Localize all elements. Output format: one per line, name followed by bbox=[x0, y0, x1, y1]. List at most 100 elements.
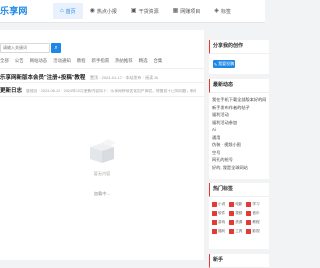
tag-label: 电影 bbox=[235, 201, 243, 206]
tag-icon bbox=[212, 219, 217, 225]
tab-all[interactable]: 全部 bbox=[0, 58, 12, 64]
search-bar: ⌕ bbox=[0, 43, 61, 53]
grid-icon: ▦ bbox=[172, 8, 179, 14]
tag-item[interactable]: 游戏 bbox=[212, 219, 225, 225]
tab-featured[interactable]: 精选 bbox=[136, 58, 151, 64]
newbie-panel: 新手 bbox=[209, 254, 269, 268]
tag-icon bbox=[212, 210, 217, 216]
tag-item[interactable]: 视频 bbox=[229, 210, 242, 216]
list-item[interactable]: 新手发布作者的帖子 bbox=[212, 104, 266, 112]
nav-item-home[interactable]: ⌂ 首页 bbox=[53, 3, 83, 19]
divider bbox=[0, 96, 204, 97]
tag-item[interactable]: 福利 bbox=[212, 228, 225, 234]
nav-item-projects[interactable]: ▦ 网赚项目 bbox=[166, 3, 208, 19]
tab-tutorial[interactable]: 教程 bbox=[74, 58, 89, 64]
tab-site-news[interactable]: 网站动态 bbox=[27, 58, 51, 64]
panel-title: 分享我的创作 bbox=[209, 40, 269, 54]
submit-post-button[interactable]: ✎ 我要投稿 bbox=[213, 60, 235, 68]
list-item[interactable]: 我在手机下载全部版本好的网站 bbox=[212, 96, 266, 104]
list-item[interactable]: 通用 bbox=[212, 134, 266, 142]
tag-label: 工具 bbox=[235, 228, 243, 233]
nav-item-tags[interactable]: ◈ 标签 bbox=[207, 3, 238, 19]
home-icon: ⌂ bbox=[60, 8, 64, 14]
nav-item-label: 热点小报 bbox=[96, 8, 117, 15]
divider bbox=[0, 82, 204, 83]
tag-icon bbox=[229, 201, 235, 207]
tab-newbie[interactable]: 新手指南 bbox=[89, 58, 113, 64]
tag-cloud: 小说 电影 学习 软件 视频 音乐 游戏 资源 教程 福利 工具 影视 bbox=[209, 197, 269, 234]
list-item[interactable]: 网孔的抢号 bbox=[212, 156, 266, 164]
top-navigation-bar: 乐享网 ⌂ 首页 ◉ 热点小报 ▣ 干货资源 ▦ 网赚项目 ◈ 标签 bbox=[0, 0, 265, 23]
list-item[interactable]: 福利活动参加 bbox=[212, 119, 266, 127]
tag-item[interactable]: 电影 bbox=[229, 201, 242, 207]
tag-label: 资源 bbox=[235, 219, 243, 224]
panel-title: 热门标签 bbox=[209, 183, 269, 197]
submit-post-label: 我要投稿 bbox=[218, 61, 235, 66]
panel-title: 最新动态 bbox=[209, 79, 269, 93]
tag-icon bbox=[246, 210, 252, 216]
tag-item[interactable]: 小说 bbox=[212, 201, 225, 207]
list-item[interactable]: 空号 bbox=[212, 149, 266, 157]
tag-label: 游戏 bbox=[218, 219, 226, 224]
tag-item[interactable]: 学习 bbox=[246, 201, 260, 207]
hot-tags-panel: 热门标签 小说 电影 学习 软件 视频 音乐 游戏 资源 教程 福利 工具 影视 bbox=[209, 183, 269, 249]
list-item[interactable]: 好的, 我是全球网站 bbox=[212, 164, 266, 172]
tag-icon bbox=[212, 201, 217, 207]
tag-item[interactable]: 软件 bbox=[212, 210, 225, 216]
latest-news-panel: 最新动态 我在手机下载全部版本好的网站 新手发布作者的帖子 福利活动 福利活动参… bbox=[209, 79, 269, 179]
post-item[interactable]: 乐享网新版本会员"注册+投稿"教程 置顶 · 2024-01-17 · 本站发布… bbox=[0, 73, 158, 81]
search-icon: ⌕ bbox=[54, 44, 58, 51]
main-nav: ⌂ 首页 ◉ 热点小报 ▣ 干货资源 ▦ 网赚项目 ◈ 标签 bbox=[53, 3, 238, 19]
post-title[interactable]: 更新日志 bbox=[0, 86, 22, 94]
news-list: 我在手机下载全部版本好的网站 新手发布作者的帖子 福利活动 福利活动参加 Ai … bbox=[209, 93, 269, 171]
tag-icon bbox=[246, 228, 252, 234]
fire-icon: ◉ bbox=[89, 8, 95, 14]
post-item[interactable]: 更新日志 管理员 · 2024-08-12 · 2024年12月更新内容如下：乐… bbox=[0, 86, 196, 94]
tag-icon: ◈ bbox=[214, 8, 219, 14]
tag-label: 软件 bbox=[218, 210, 226, 215]
post-title[interactable]: 乐享网新版本会员"注册+投稿"教程 bbox=[0, 75, 85, 81]
tag-label: 音乐 bbox=[252, 210, 260, 215]
tag-label: 影视 bbox=[252, 228, 260, 233]
panel-title: 新手 bbox=[209, 254, 269, 268]
tag-label: 学习 bbox=[252, 201, 260, 206]
tag-item[interactable]: 教程 bbox=[246, 219, 260, 225]
post-meta: 置顶 · 2024-01-17 · 本站发布 · 阅读 2k bbox=[89, 75, 159, 80]
post-meta: 管理员 · 2024-08-12 · 2024年12月更新内容如下：乐享网持续优… bbox=[26, 89, 197, 93]
tag-icon bbox=[229, 219, 235, 225]
tag-icon bbox=[229, 210, 235, 216]
tab-collection[interactable]: 合集 bbox=[151, 58, 166, 64]
load-more-button[interactable]: 加载中... bbox=[0, 189, 204, 199]
tag-icon bbox=[229, 228, 235, 234]
nav-item-label: 干货资源 bbox=[138, 8, 159, 15]
nav-item-label: 标签 bbox=[220, 8, 231, 15]
main-content: ⌕ 全部 公告 网站动态 活动通知 教程 新手指南 热帖推荐 精选 合集 乐享网… bbox=[0, 30, 204, 260]
list-item[interactable]: 伪装 · 视频小图 bbox=[212, 141, 266, 149]
share-panel: 分享我的创作 ✎ 我要投稿 bbox=[209, 40, 269, 74]
nav-item-hot-news[interactable]: ◉ 热点小报 bbox=[83, 3, 124, 19]
empty-box-icon bbox=[90, 139, 116, 163]
tag-icon bbox=[246, 219, 252, 225]
search-input[interactable] bbox=[0, 43, 50, 53]
site-logo[interactable]: 乐享网 bbox=[0, 4, 28, 17]
tag-item[interactable]: 工具 bbox=[229, 228, 242, 234]
tag-label: 教程 bbox=[252, 219, 260, 224]
search-button[interactable]: ⌕ bbox=[51, 43, 61, 53]
list-item[interactable]: Ai bbox=[212, 126, 266, 134]
list-item[interactable]: 福利活动 bbox=[212, 111, 266, 119]
tag-item[interactable]: 音乐 bbox=[246, 210, 260, 216]
category-tabs: 全部 公告 网站动态 活动通知 教程 新手指南 热帖推荐 精选 合集 bbox=[0, 54, 204, 69]
tag-label: 福利 bbox=[218, 228, 226, 233]
box-icon: ▣ bbox=[130, 8, 137, 14]
empty-state-text: 暂无内容 bbox=[93, 171, 111, 176]
tag-label: 小说 bbox=[218, 201, 226, 206]
tab-hot[interactable]: 热帖推荐 bbox=[112, 58, 136, 64]
tag-item[interactable]: 资源 bbox=[229, 219, 242, 225]
tab-notice[interactable]: 公告 bbox=[12, 58, 27, 64]
nav-item-label: 首页 bbox=[65, 8, 76, 15]
tag-item[interactable]: 影视 bbox=[246, 228, 260, 234]
tag-label: 视频 bbox=[235, 210, 243, 215]
nav-item-label: 网赚项目 bbox=[180, 8, 201, 15]
nav-item-resources[interactable]: ▣ 干货资源 bbox=[124, 3, 166, 19]
tab-events[interactable]: 活动通知 bbox=[50, 58, 74, 64]
